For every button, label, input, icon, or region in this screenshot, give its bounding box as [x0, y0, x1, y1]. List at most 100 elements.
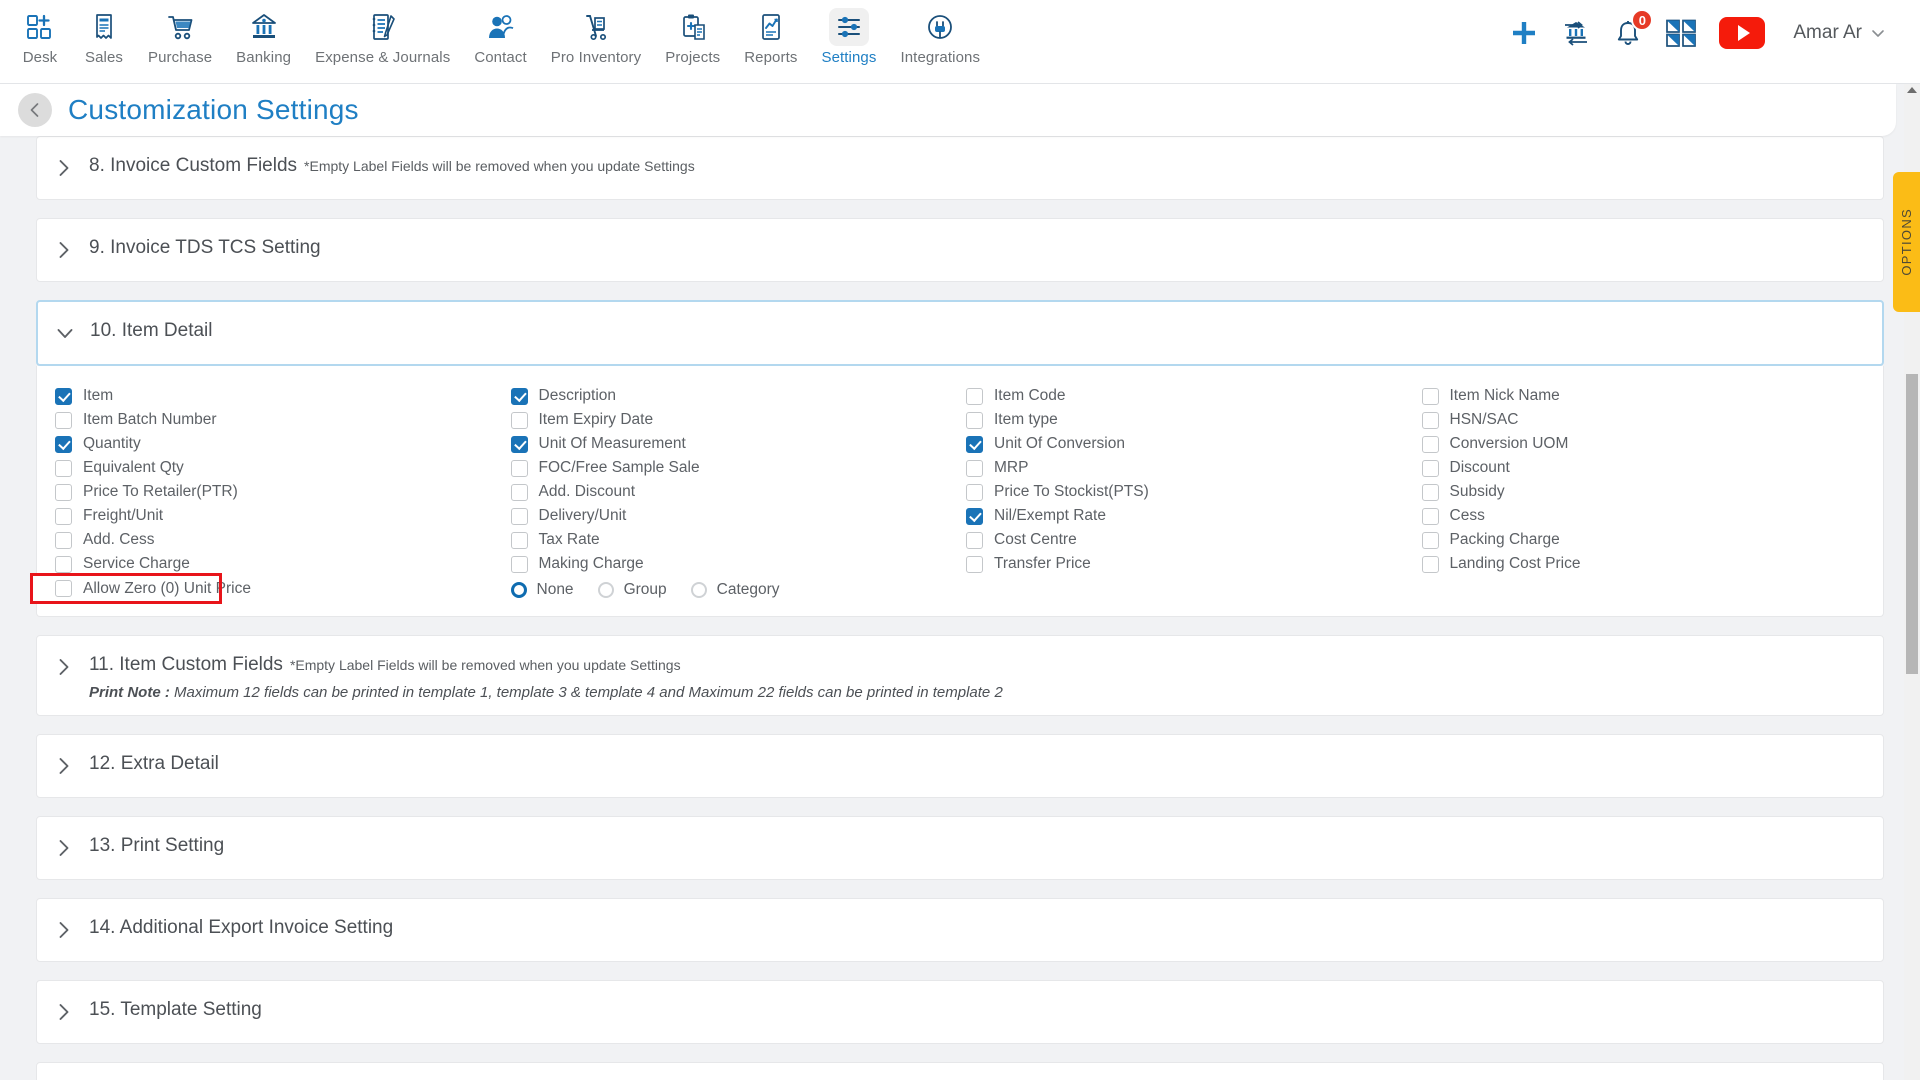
checkbox-add-discount[interactable] [510, 483, 528, 501]
checkbox-row[interactable]: Nil/Exempt Rate [966, 504, 1410, 528]
radio-category[interactable]: Category [690, 581, 780, 599]
section-item-custom-fields[interactable]: 11. Item Custom Fields *Empty Label Field… [36, 635, 1884, 716]
radio-indicator[interactable] [690, 582, 707, 598]
checkbox-row[interactable]: Allow Zero (0) Unit Price [30, 573, 251, 604]
checkbox-row[interactable]: Price To Stockist(PTS) [966, 480, 1410, 504]
checkbox-equivalent-qty[interactable] [55, 459, 72, 477]
checkbox-row[interactable]: HSN/SAC [1421, 408, 1866, 432]
section-header-row[interactable]: 16. Header [37, 1063, 1883, 1080]
checkbox-row[interactable]: Landing Cost Price [1421, 552, 1866, 576]
youtube-tutorial-button[interactable] [1719, 17, 1766, 49]
radio-none[interactable]: None [510, 581, 574, 599]
checkbox-cost-centre[interactable] [966, 531, 983, 549]
checkbox-row[interactable]: Delivery/Unit [510, 504, 955, 528]
section-toggle-chevron[interactable] [51, 999, 77, 1025]
checkbox-unit-of-conversion[interactable] [966, 435, 983, 453]
checkbox-tax-rate[interactable] [510, 531, 528, 549]
user-menu[interactable]: Amar Ar [1793, 22, 1886, 44]
checkbox-row[interactable]: Discount [1421, 456, 1866, 480]
checkbox-subsidy[interactable] [1421, 483, 1439, 501]
section-template-setting[interactable]: 15. Template Setting [36, 980, 1884, 1044]
checkbox-row[interactable]: Packing Charge [1421, 528, 1866, 552]
checkbox-row[interactable]: Add. Cess [55, 528, 499, 552]
add-new-button[interactable] [1509, 18, 1539, 48]
section-toggle-chevron[interactable] [52, 320, 78, 346]
section-header-row[interactable]: 15. Template Setting [37, 981, 1883, 1043]
nav-item-integrations[interactable]: Integrations [888, 6, 992, 66]
nav-item-desk[interactable]: Desk [8, 6, 72, 66]
section-header-row[interactable]: 13. Print Setting [37, 817, 1883, 879]
bank-transfer-button[interactable] [1561, 19, 1591, 47]
back-button[interactable] [18, 93, 52, 127]
notifications-button[interactable]: 0 [1613, 9, 1654, 48]
nav-item-settings[interactable]: Settings [809, 6, 888, 66]
section-header-row[interactable]: 8. Invoice Custom Fields *Empty Label Fie… [37, 137, 1883, 199]
checkbox-item-type[interactable] [966, 411, 983, 429]
checkbox-row[interactable]: Quantity [55, 432, 499, 456]
checkbox-row[interactable]: Making Charge [510, 552, 955, 576]
checkbox-discount[interactable] [1421, 459, 1439, 477]
checkbox-landing-cost-price[interactable] [1421, 555, 1439, 573]
section-toggle-chevron[interactable] [51, 917, 77, 943]
nav-item-expense-journals[interactable]: Expense & Journals [303, 6, 462, 66]
checkbox-conversion-uom[interactable] [1421, 435, 1439, 453]
checkbox-row[interactable]: Item [55, 384, 499, 408]
radio-group[interactable]: Group [597, 581, 667, 599]
checkbox-freight-unit[interactable] [55, 507, 72, 525]
scrollbar-thumb[interactable] [1906, 374, 1918, 674]
checkbox-hsn-sac[interactable] [1421, 411, 1439, 429]
checkbox-row[interactable]: Item Code [966, 384, 1410, 408]
checkbox-row[interactable]: FOC/Free Sample Sale [510, 456, 955, 480]
scroll-up-arrow-icon[interactable] [1907, 87, 1917, 93]
checkbox-description[interactable] [510, 387, 528, 405]
nav-item-sales[interactable]: Sales [72, 6, 136, 66]
section-invoice-custom-fields[interactable]: 8. Invoice Custom Fields *Empty Label Fie… [36, 136, 1884, 200]
checkbox-row[interactable]: Equivalent Qty [55, 456, 499, 480]
section-invoice-tds-tcs-setting[interactable]: 9. Invoice TDS TCS Setting [36, 218, 1884, 282]
checkbox-row[interactable]: MRP [966, 456, 1410, 480]
section-header-row[interactable]: 14. Additional Export Invoice Setting [37, 899, 1883, 961]
checkbox-row[interactable]: Subsidy [1421, 480, 1866, 504]
section-toggle-chevron[interactable] [51, 835, 77, 861]
checkbox-row[interactable]: Freight/Unit [55, 504, 499, 528]
nav-item-projects[interactable]: Projects [653, 6, 732, 66]
checkbox-row[interactable]: Cost Centre [966, 528, 1410, 552]
nav-item-banking[interactable]: Banking [224, 6, 303, 66]
section-extra-detail[interactable]: 12. Extra Detail [36, 734, 1884, 798]
checkbox-row[interactable]: Item type [966, 408, 1410, 432]
apps-grid-button[interactable] [1665, 18, 1697, 48]
nav-item-reports[interactable]: Reports [732, 6, 809, 66]
checkbox-allow-zero-0-unit-price[interactable] [55, 580, 72, 597]
checkbox-row[interactable]: Unit Of Conversion [966, 432, 1410, 456]
checkbox-add-cess[interactable] [55, 531, 72, 549]
section-print-setting[interactable]: 13. Print Setting [36, 816, 1884, 880]
checkbox-row[interactable]: Service Charge [55, 552, 499, 576]
section-header-section[interactable]: 16. Header [36, 1062, 1884, 1080]
checkbox-row[interactable]: Add. Discount [510, 480, 955, 504]
checkbox-item-code[interactable] [966, 387, 983, 405]
section-toggle-chevron[interactable] [51, 237, 77, 263]
checkbox-row[interactable]: Conversion UOM [1421, 432, 1866, 456]
checkbox-price-to-retailer-ptr[interactable] [55, 483, 72, 501]
checkbox-row[interactable]: Tax Rate [510, 528, 955, 552]
section-toggle-chevron[interactable] [51, 654, 77, 680]
radio-indicator[interactable] [510, 582, 527, 598]
checkbox-row[interactable]: Unit Of Measurement [510, 432, 955, 456]
section-header-row[interactable]: 12. Extra Detail [37, 735, 1883, 797]
section-header-row[interactable]: 10. Item Detail [38, 302, 1882, 364]
checkbox-transfer-price[interactable] [966, 555, 983, 573]
checkbox-making-charge[interactable] [510, 555, 528, 573]
section-header-item-detail[interactable]: 10. Item Detail [36, 300, 1884, 366]
checkbox-row[interactable]: Transfer Price [966, 552, 1410, 576]
checkbox-delivery-unit[interactable] [510, 507, 528, 525]
options-side-tab[interactable]: OPTIONS [1893, 172, 1920, 312]
checkbox-row[interactable]: Item Batch Number [55, 408, 499, 432]
checkbox-row[interactable]: Description [510, 384, 955, 408]
radio-indicator[interactable] [597, 582, 614, 598]
checkbox-item-nick-name[interactable] [1421, 387, 1439, 405]
checkbox-unit-of-measurement[interactable] [510, 435, 528, 453]
checkbox-item-batch-number[interactable] [55, 411, 72, 429]
section-toggle-chevron[interactable] [51, 155, 77, 181]
section-toggle-chevron[interactable] [51, 753, 77, 779]
nav-item-purchase[interactable]: Purchase [136, 6, 224, 66]
